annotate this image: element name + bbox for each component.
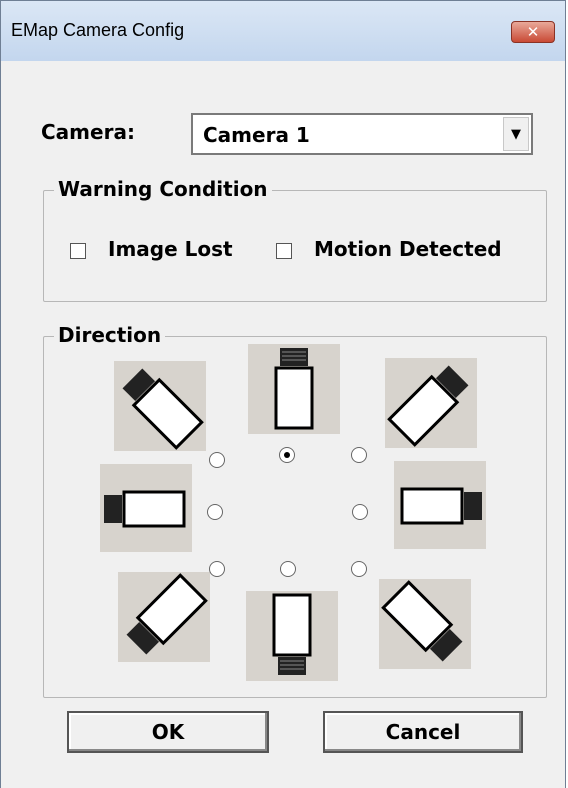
- direction-radio-north[interactable]: [279, 447, 295, 463]
- camera-west-icon: [100, 464, 192, 552]
- camera-south-west-icon: [118, 572, 210, 662]
- camera-east-icon: [394, 461, 486, 549]
- close-icon: ✕: [526, 23, 540, 41]
- camera-label: Camera:: [41, 120, 135, 144]
- camera-south-east-icon: [379, 579, 471, 669]
- close-button[interactable]: ✕: [511, 21, 555, 43]
- image-lost-label: Image Lost: [108, 237, 233, 261]
- camera-south-icon: [246, 591, 338, 681]
- motion-detected-label: Motion Detected: [314, 237, 502, 261]
- dropdown-button[interactable]: ▼: [503, 117, 529, 151]
- direction-radio-south[interactable]: [280, 561, 296, 577]
- camera-north-east-icon: [385, 358, 477, 448]
- warning-condition-group: Warning Condition Image Lost Motion Dete…: [43, 177, 547, 302]
- window-title: EMap Camera Config: [11, 20, 185, 40]
- direction-radio-west[interactable]: [207, 504, 223, 520]
- direction-radio-north-west[interactable]: [209, 452, 225, 468]
- cancel-button[interactable]: Cancel: [323, 711, 523, 753]
- motion-detected-checkbox[interactable]: [276, 243, 292, 259]
- direction-radio-north-east[interactable]: [351, 447, 367, 463]
- warning-condition-legend: Warning Condition: [54, 177, 272, 201]
- image-lost-checkbox[interactable]: [70, 243, 86, 259]
- direction-radio-east[interactable]: [352, 504, 368, 520]
- ok-button[interactable]: OK: [67, 711, 269, 753]
- camera-north-west-icon: [114, 361, 206, 451]
- direction-radio-south-west[interactable]: [209, 561, 225, 577]
- chevron-down-icon: ▼: [511, 126, 521, 142]
- direction-legend: Direction: [54, 323, 166, 347]
- camera-select-value: Camera 1: [203, 123, 310, 147]
- dialog-window: EMap Camera Config ✕ Camera: Camera 1 ▼ …: [0, 0, 566, 788]
- camera-select[interactable]: Camera 1 ▼: [191, 113, 533, 155]
- camera-north-icon: [248, 344, 340, 434]
- direction-radio-south-east[interactable]: [351, 561, 367, 577]
- title-bar[interactable]: EMap Camera Config ✕: [1, 1, 565, 61]
